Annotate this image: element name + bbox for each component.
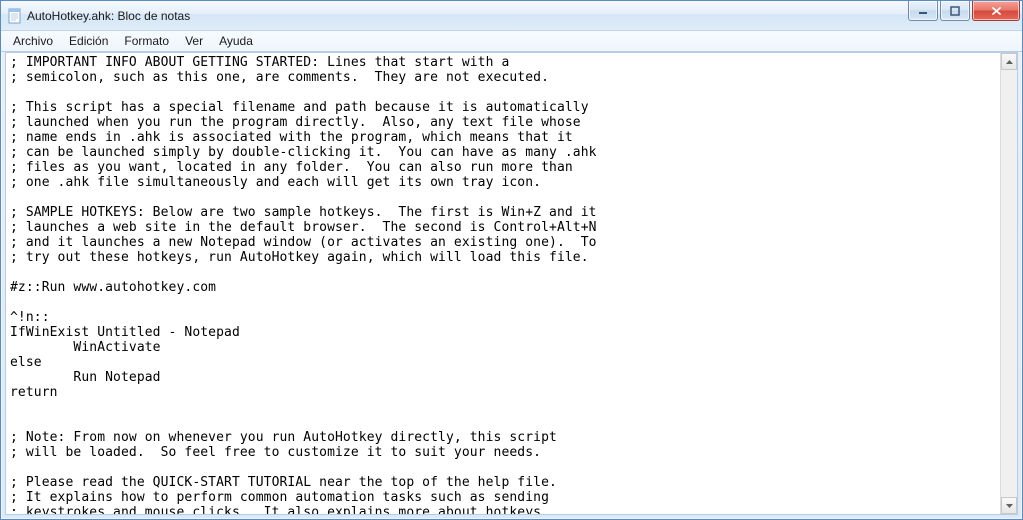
maximize-button[interactable]: [940, 1, 970, 21]
menu-ver[interactable]: Ver: [177, 32, 211, 50]
titlebar[interactable]: AutoHotkey.ahk: Bloc de notas: [1, 1, 1022, 31]
close-button[interactable]: [972, 1, 1020, 21]
text-editor[interactable]: ; IMPORTANT INFO ABOUT GETTING STARTED: …: [6, 53, 1000, 514]
notepad-icon: [7, 8, 23, 24]
notepad-window: AutoHotkey.ahk: Bloc de notas Archivo Ed…: [0, 0, 1023, 520]
minimize-button[interactable]: [908, 1, 938, 21]
menu-ayuda[interactable]: Ayuda: [211, 32, 261, 50]
menubar: Archivo Edición Formato Ver Ayuda: [1, 31, 1022, 52]
content-area: ; IMPORTANT INFO ABOUT GETTING STARTED: …: [5, 52, 1018, 515]
scroll-track[interactable]: [1001, 70, 1017, 497]
menu-archivo[interactable]: Archivo: [5, 32, 61, 50]
menu-formato[interactable]: Formato: [116, 32, 177, 50]
window-title: AutoHotkey.ahk: Bloc de notas: [27, 9, 190, 23]
menu-edicion[interactable]: Edición: [61, 32, 116, 50]
scroll-down-button[interactable]: [1001, 497, 1017, 514]
vertical-scrollbar[interactable]: [1000, 53, 1017, 514]
scroll-up-button[interactable]: [1001, 53, 1017, 70]
window-controls: [908, 1, 1020, 30]
